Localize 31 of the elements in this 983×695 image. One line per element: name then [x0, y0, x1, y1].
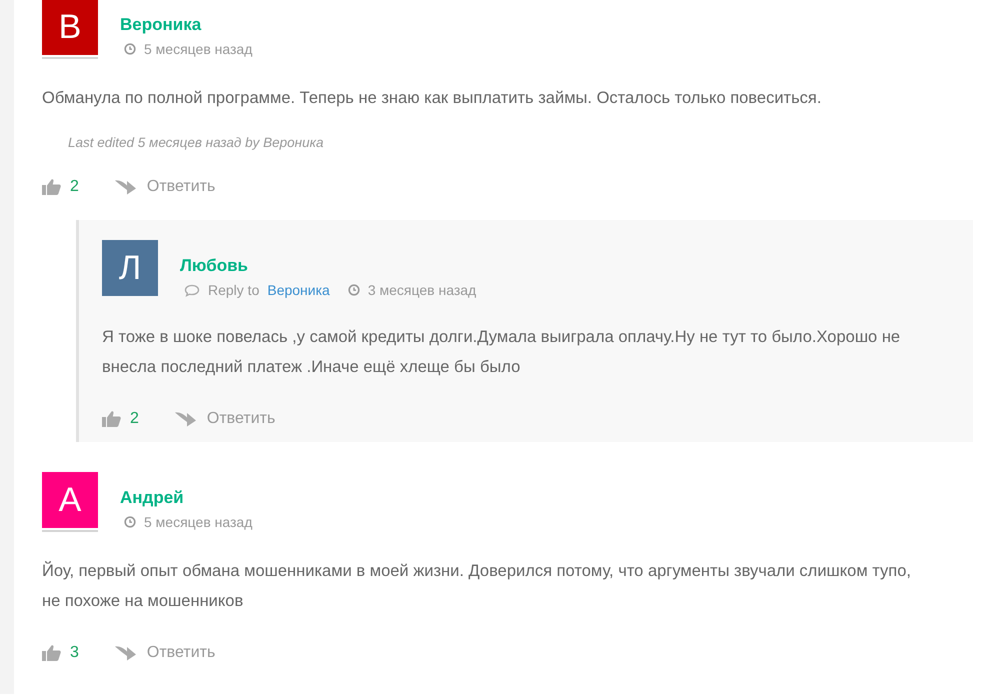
- author-name: Андрей: [120, 488, 185, 508]
- comment-text: Я тоже в шоке повелась ,у самой кредиты долги.Думала выиграла оплачу.Ну не тут то было.Хорошо не внесла последний платеж .Иначе ещё хлеще бы было: [102, 327, 902, 378]
- avatar: Л: [102, 240, 158, 296]
- reply-to-label: Reply to: [208, 282, 260, 298]
- thumbs-up-icon[interactable]: [42, 178, 62, 196]
- thumbs-up-icon[interactable]: [102, 410, 122, 428]
- comment-text: Обманула по полной программе. Теперь не знаю как выплатить займы. Осталось только повеситься.: [42, 88, 822, 109]
- comment-time: 3 месяцев назад: [368, 282, 476, 298]
- reply-button[interactable]: Ответить: [114, 644, 216, 662]
- reply-arrow-icon: [114, 179, 137, 195]
- avatar: А: [42, 472, 98, 528]
- parent-author-link[interactable]: Вероника: [267, 282, 330, 298]
- reply-button[interactable]: Ответить: [174, 410, 276, 428]
- like-count: 2: [130, 410, 139, 428]
- reply-arrow-icon: [114, 645, 137, 661]
- comment-text: Йоу, первый опыт обмана мошенниками в моей жизни. Доверился потому, что аргументы звучали слишком тупо, не похоже на мошенников: [42, 560, 912, 612]
- comment-time: 5 месяцев назад: [144, 41, 252, 57]
- clock-icon: [348, 284, 360, 296]
- edited-note: Last edited 5 месяцев назад by Вероника: [68, 135, 324, 150]
- like-count: 2: [70, 178, 79, 196]
- author-name: Вероника: [120, 15, 202, 35]
- comment-time: 5 месяцев назад: [144, 514, 252, 530]
- speech-bubble-icon: [184, 284, 200, 296]
- like-count: 3: [70, 644, 79, 662]
- author-name: Любовь: [180, 256, 250, 276]
- reply-arrow-icon: [174, 411, 197, 427]
- clock-icon: [124, 43, 136, 55]
- avatar: В: [42, 0, 98, 55]
- clock-icon: [124, 516, 136, 528]
- reply-button[interactable]: Ответить: [114, 178, 216, 196]
- thumbs-up-icon[interactable]: [42, 644, 62, 662]
